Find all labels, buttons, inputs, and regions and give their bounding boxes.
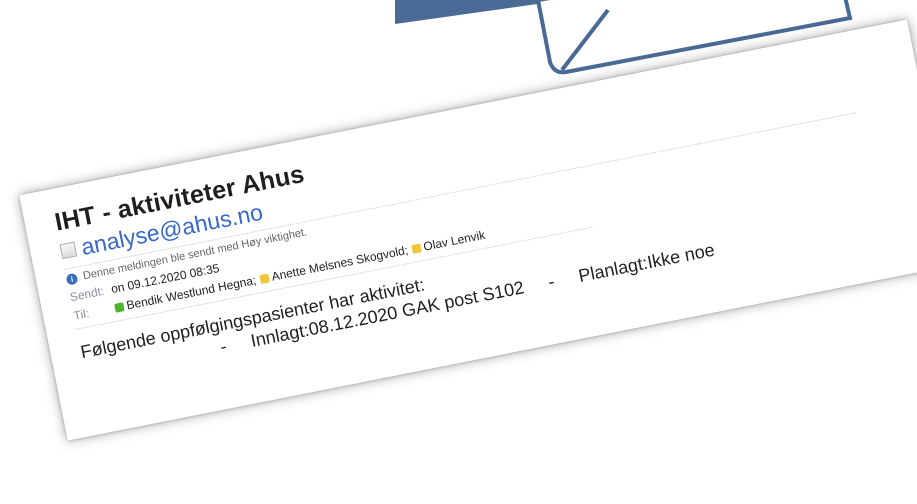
presence-away-icon — [410, 242, 422, 254]
email-card: IHT - aktiviteter Ahus analyse@ahus.no i… — [19, 19, 917, 441]
presence-away-icon — [259, 273, 270, 284]
info-icon: i — [65, 272, 79, 286]
presence-available-icon — [114, 301, 125, 313]
sent-label: Sendt: — [68, 283, 106, 305]
sender-checkbox[interactable] — [59, 241, 78, 260]
to-label: Til: — [72, 306, 91, 323]
